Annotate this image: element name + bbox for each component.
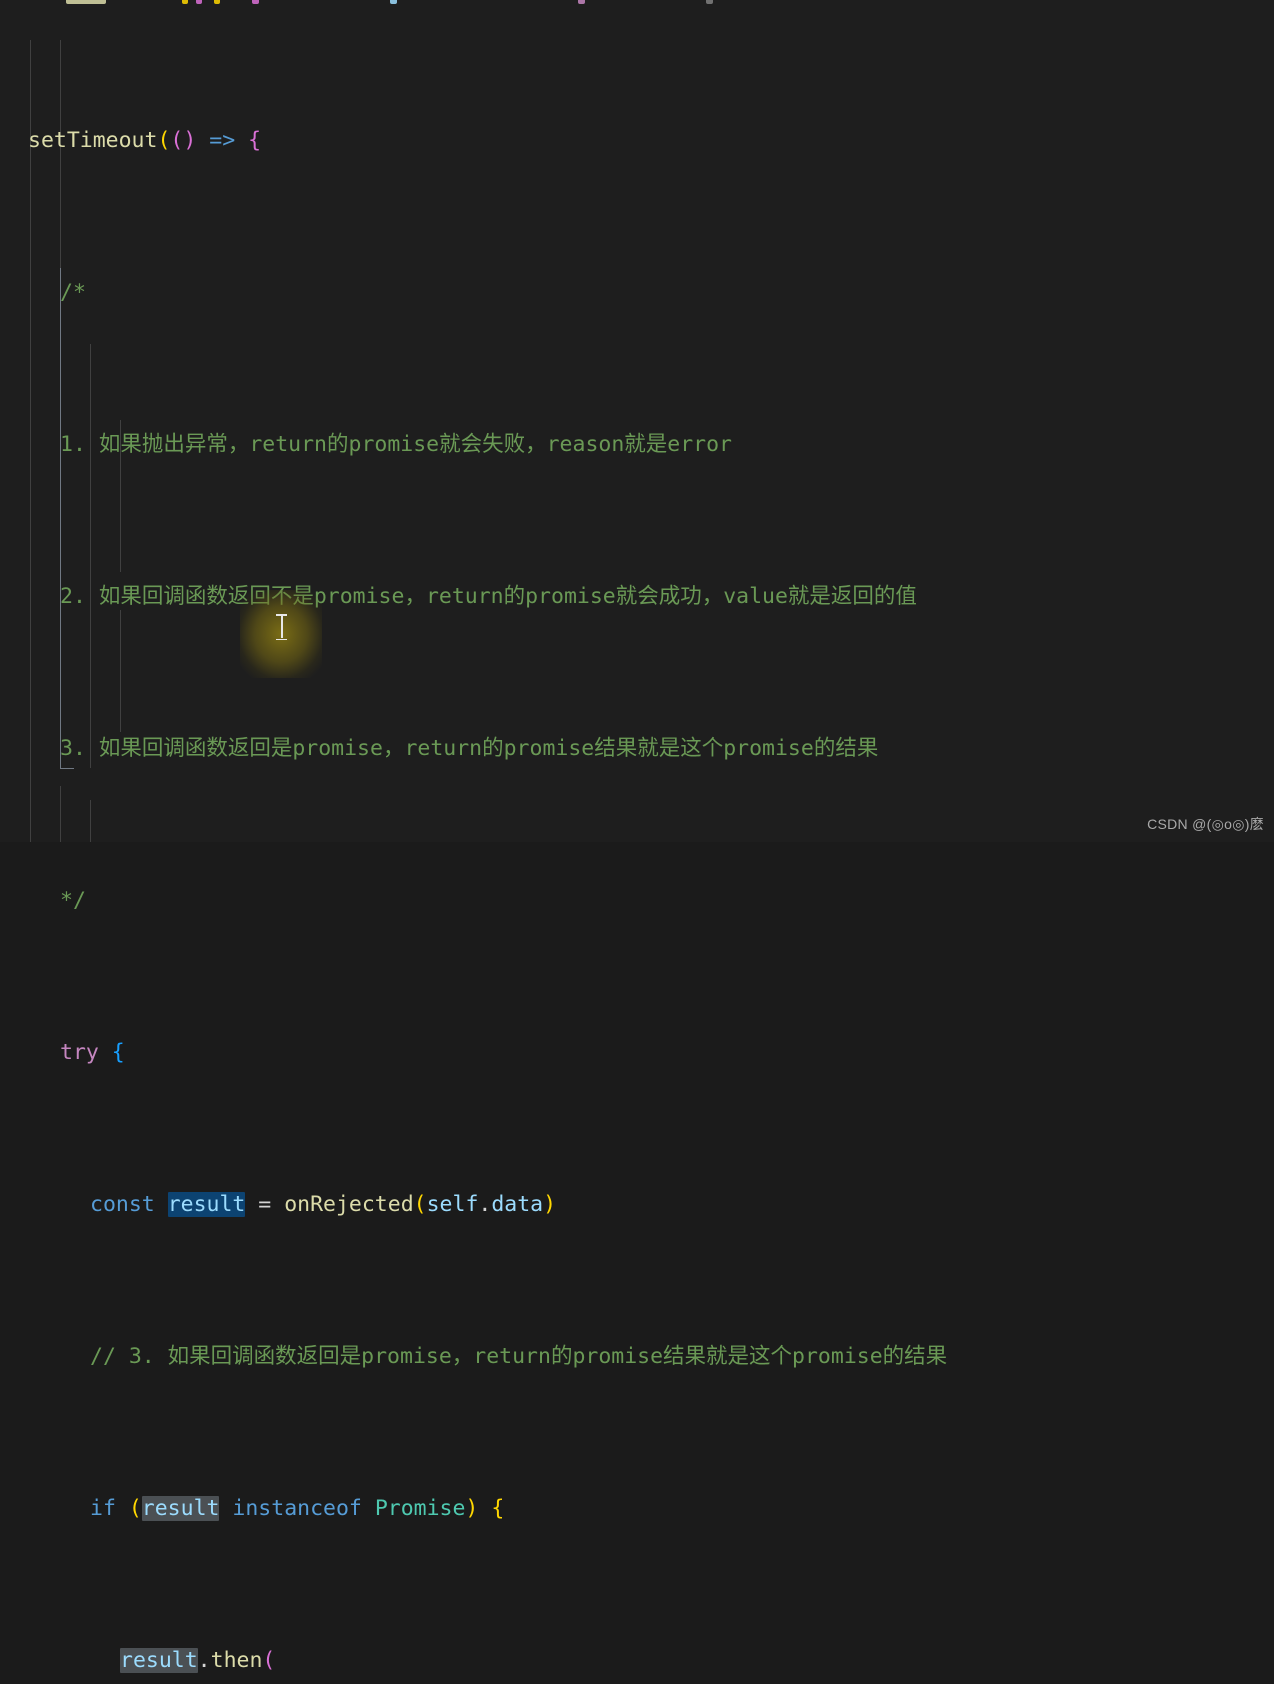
- code-line-11[interactable]: result.then(: [0, 1642, 1274, 1680]
- code-editor[interactable]: setTimeout(() => { /* 1. 如果抛出异常，return的p…: [0, 0, 1274, 1673]
- code-line-5[interactable]: 3. 如果回调函数返回是promise，return的promise结果就是这个…: [0, 730, 1274, 768]
- csdn-watermark: CSDN @(◎o◎)麽: [1147, 816, 1264, 832]
- method-then: then: [210, 1648, 263, 1673]
- token-paren: ): [465, 1496, 479, 1521]
- code-line-8[interactable]: const result = onRejected(self.data): [0, 1186, 1274, 1224]
- token-bracket: ): [183, 128, 197, 153]
- token-brace: {: [248, 128, 262, 153]
- token-paren: (: [262, 1648, 276, 1673]
- clipped-previous-line: [0, 0, 1274, 8]
- keyword-const: const: [90, 1192, 155, 1217]
- occurrence-identifier-result[interactable]: result: [120, 1648, 198, 1673]
- token-arrow: =>: [196, 128, 249, 153]
- token-dot: .: [197, 1648, 211, 1673]
- code-line-6[interactable]: */: [0, 882, 1274, 920]
- token-brace: {: [111, 1040, 125, 1065]
- identifier-self: self: [426, 1192, 479, 1217]
- vertical-scrollbar[interactable]: [1264, 0, 1274, 842]
- keyword-if: if: [90, 1496, 116, 1521]
- token-brace: {: [491, 1496, 505, 1521]
- occurrence-identifier-result[interactable]: result: [141, 1496, 220, 1521]
- comment-rule-3: 3. 如果回调函数返回是promise，return的promise结果就是这个…: [60, 736, 879, 761]
- code-line-1[interactable]: setTimeout(() => {: [0, 122, 1274, 160]
- comment-inline-rule-3: // 3. 如果回调函数返回是promise，return的promise结果就…: [90, 1344, 948, 1369]
- code-line-4[interactable]: 2. 如果回调函数返回不是promise，return的promise就会成功，…: [0, 578, 1274, 616]
- comment-block-open: /*: [60, 280, 86, 305]
- keyword-instanceof: instanceof: [219, 1496, 375, 1521]
- type-promise: Promise: [374, 1496, 466, 1521]
- comment-rule-2: 2. 如果回调函数返回不是promise，return的promise就会成功，…: [60, 584, 917, 609]
- code-line-3[interactable]: 1. 如果抛出异常，return的promise就会失败，reason就是err…: [0, 426, 1274, 464]
- token-paren: (: [413, 1192, 427, 1217]
- comment-block-close: */: [60, 888, 86, 913]
- code-line-2[interactable]: /*: [0, 274, 1274, 312]
- code-content[interactable]: setTimeout(() => { /* 1. 如果抛出异常，return的p…: [0, 8, 1274, 1684]
- token-bracket: (: [157, 128, 171, 153]
- property-data: data: [491, 1192, 544, 1217]
- code-line-10[interactable]: if (result instanceof Promise) {: [0, 1490, 1274, 1528]
- selected-identifier-result[interactable]: result: [167, 1192, 246, 1217]
- function-onrejected: onRejected: [284, 1192, 414, 1217]
- token-paren: ): [543, 1192, 557, 1217]
- operator-assign: =: [245, 1192, 285, 1217]
- keyword-try: try: [60, 1040, 99, 1065]
- code-line-9[interactable]: // 3. 如果回调函数返回是promise，return的promise结果就…: [0, 1338, 1274, 1376]
- comment-rule-1: 1. 如果抛出异常，return的promise就会失败，reason就是err…: [60, 432, 732, 457]
- token-dot: .: [478, 1192, 492, 1217]
- text-cursor-ibeam: [276, 614, 287, 640]
- code-line-7[interactable]: try {: [0, 1034, 1274, 1072]
- token-function-settimeout: setTimeout: [28, 128, 158, 153]
- token-paren: (: [128, 1496, 142, 1521]
- token-bracket: (: [170, 128, 184, 153]
